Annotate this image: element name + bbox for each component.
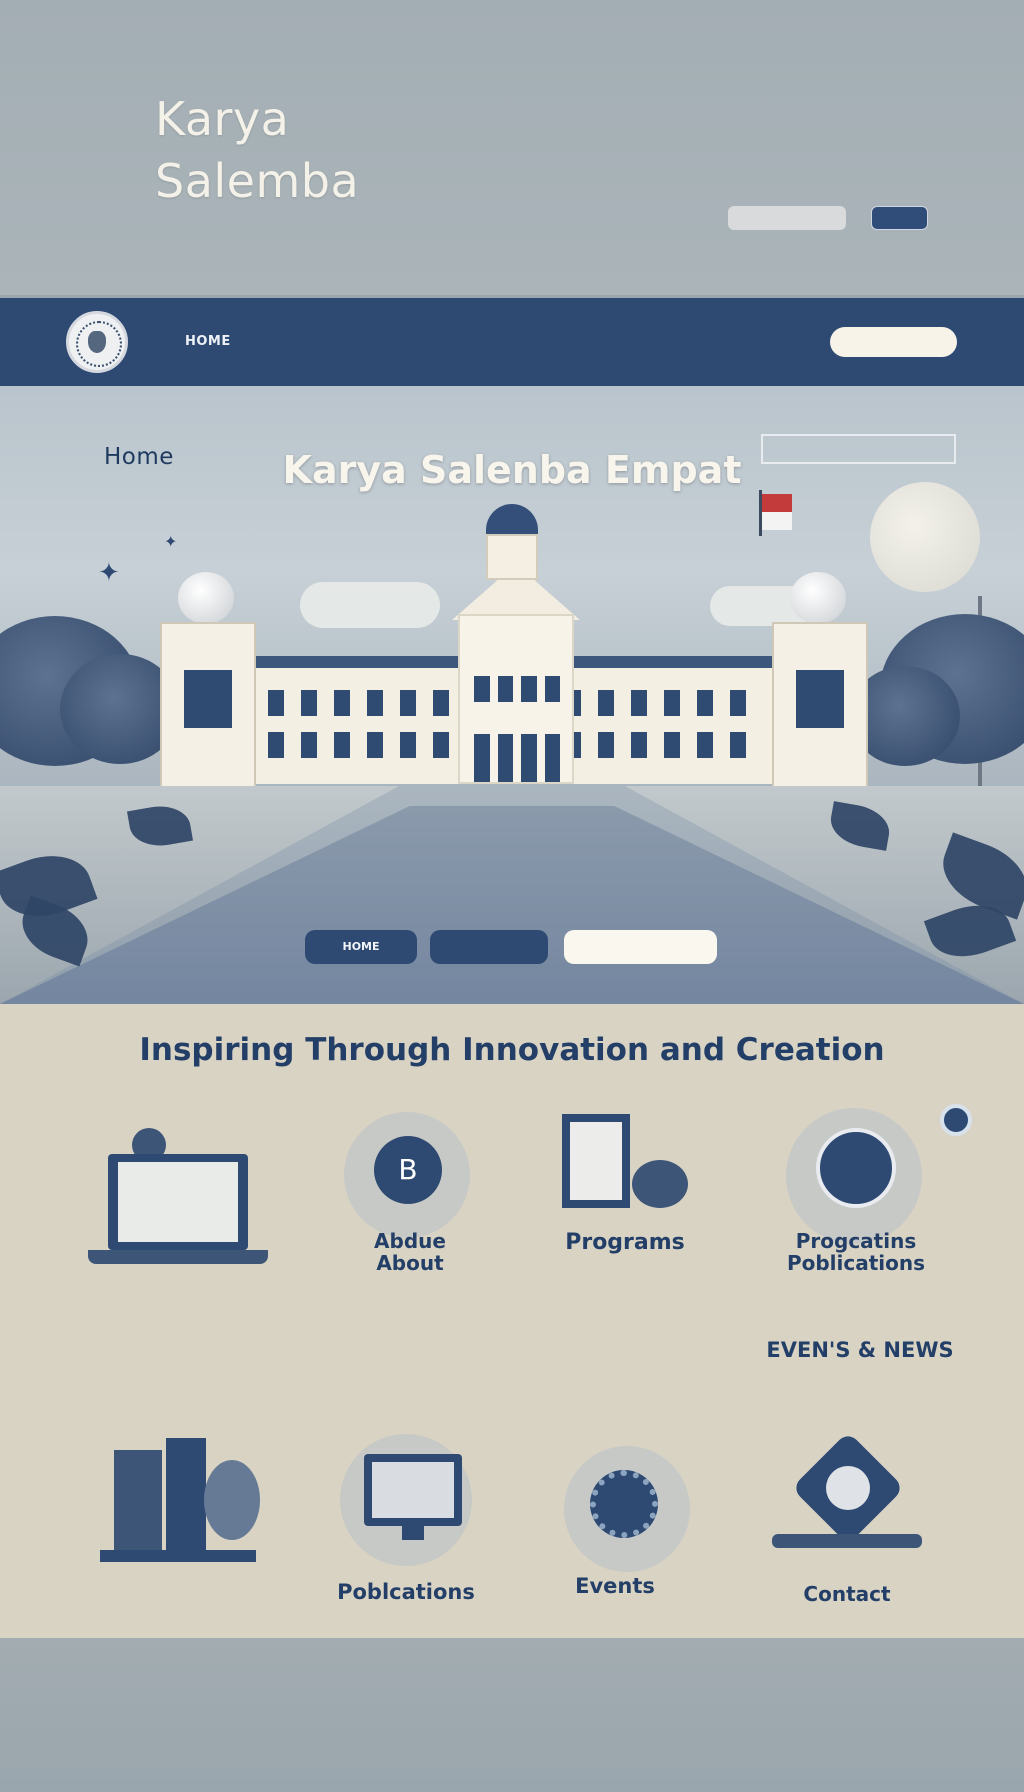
location-pin-icon[interactable] [940,1104,972,1136]
content-section: Inspiring Through Innovation and Creatio… [0,1004,1024,1638]
site-brand[interactable]: Karya Salemba [155,88,359,212]
card-title-events[interactable]: Events [540,1574,690,1598]
nav-item-home[interactable]: HOME [185,334,231,349]
header-primary-button[interactable] [871,206,928,230]
brand-line-1: Karya [155,92,290,146]
hero-light-button[interactable] [564,930,717,964]
header-secondary-button[interactable] [728,206,846,230]
university-seal-logo[interactable] [66,311,128,373]
card-title-about[interactable]: Abdue About [330,1230,490,1274]
footer-band [0,1638,1024,1792]
card-title-publications[interactable]: Progcatins Poblications [758,1230,954,1274]
gear-icon[interactable] [590,1470,658,1538]
moon-illustration [870,482,980,592]
flag-icon [762,494,792,530]
document-icon[interactable] [560,1114,700,1224]
main-navbar: HOME [0,298,1024,386]
hero-badge[interactable] [761,434,956,464]
nav-cta-button[interactable] [830,327,957,357]
b-badge-icon[interactable]: B [374,1136,442,1204]
brand-line-2: Salemba [155,154,360,208]
right-tower-dome [790,572,846,624]
events-news-heading[interactable]: EVEN'S & NEWS [750,1338,970,1362]
cupola [486,534,538,580]
tagline-heading: Inspiring Through Innovation and Creatio… [139,1032,885,1068]
bird-icon: ✦ [164,532,178,551]
top-banner: Karya Salemba [0,0,1024,295]
cloud-illustration [300,582,440,628]
card-title-contact[interactable]: Contact [772,1582,922,1606]
hero-home-button[interactable]: HOME [305,930,417,964]
globe-icon[interactable] [816,1128,896,1208]
card-title-poblcations[interactable]: Poblcations [316,1580,496,1604]
hero-secondary-button[interactable] [430,930,548,964]
library-icon[interactable] [100,1438,270,1578]
laptop-icon[interactable] [88,1114,268,1294]
monitor-icon[interactable] [364,1454,464,1544]
card-title-programs[interactable]: Programs [540,1230,710,1255]
right-tower [772,622,868,800]
building-center-block [458,614,574,784]
bird-icon: ✦ [98,558,120,588]
left-tower-dome [178,572,234,624]
left-tower [160,622,256,800]
flower-emblem-icon[interactable] [772,1431,922,1568]
hero-section: ✦ ✦ Home Karya Salenba Empat HOME [0,386,1024,1004]
